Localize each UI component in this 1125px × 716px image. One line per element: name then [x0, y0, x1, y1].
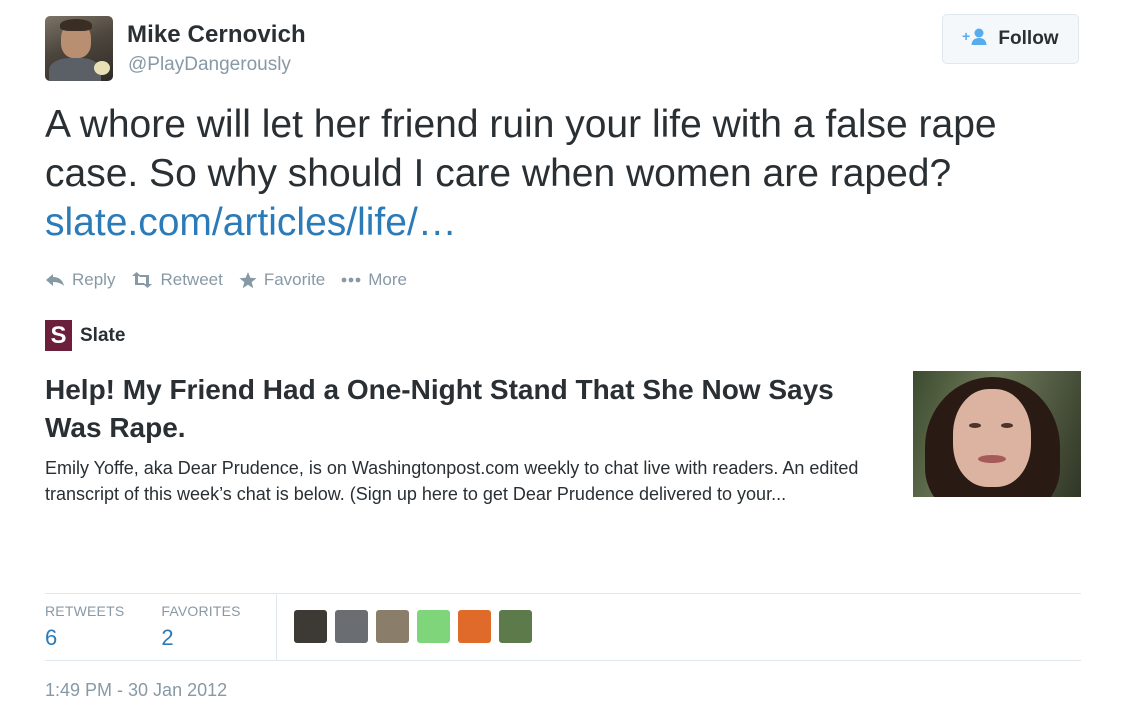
card-title[interactable]: Help! My Friend Had a One-Night Stand Th…	[45, 371, 895, 447]
card-thumbnail[interactable]	[913, 371, 1081, 497]
user-avatar[interactable]	[45, 16, 113, 81]
follow-label: Follow	[998, 28, 1059, 49]
favoriter-avatar[interactable]	[458, 610, 491, 643]
retweets-label: RETWEETS	[45, 603, 125, 619]
favoriter-avatar[interactable]	[376, 610, 409, 643]
add-user-icon: +	[962, 27, 988, 52]
retweet-label: Retweet	[160, 270, 223, 289]
card-source-name: Slate	[80, 324, 126, 346]
retweet-button[interactable]: Retweet	[131, 270, 223, 290]
slate-logo-icon: S	[45, 320, 72, 351]
stats-separator	[276, 594, 277, 660]
favorites-count: 2	[161, 625, 174, 650]
retweet-icon	[131, 272, 153, 288]
reply-label: Reply	[72, 270, 116, 289]
tweet-timestamp[interactable]: 1:49 PM - 30 Jan 2012	[45, 680, 227, 701]
star-icon	[239, 271, 257, 289]
favorites-label: FAVORITES	[161, 603, 241, 619]
retweets-stat[interactable]: RETWEETS 6	[45, 594, 124, 660]
user-handle[interactable]: @PlayDangerously	[128, 54, 291, 76]
favoriter-avatar[interactable]	[294, 610, 327, 643]
favoriter-avatars	[294, 610, 532, 643]
more-label: More	[368, 270, 407, 289]
retweets-count: 6	[45, 625, 58, 650]
svg-text:+: +	[962, 28, 970, 44]
favorites-stat[interactable]: FAVORITES 2	[161, 594, 240, 660]
tweet-stats: RETWEETS 6 FAVORITES 2	[45, 594, 278, 660]
reply-button[interactable]: Reply	[45, 270, 115, 290]
reply-icon	[45, 272, 65, 288]
follow-button[interactable]: + Follow	[942, 14, 1079, 64]
favorite-label: Favorite	[263, 270, 326, 289]
card-source[interactable]: S Slate	[45, 320, 125, 351]
tweet-text: A whore will let her friend ruin your li…	[45, 100, 1095, 247]
favoriter-avatar[interactable]	[335, 610, 368, 643]
favoriter-avatar[interactable]	[417, 610, 450, 643]
tweet-text-line: A whore will let her friend ruin your li…	[45, 103, 997, 146]
more-dots-icon	[341, 277, 361, 283]
favoriter-avatar[interactable]	[499, 610, 532, 643]
user-name[interactable]: Mike Cernovich	[127, 21, 306, 49]
favorite-button[interactable]: Favorite	[239, 270, 325, 290]
tweet-link[interactable]: slate.com/articles/life/…	[45, 201, 457, 244]
card-description: Emily Yoffe, aka Dear Prudence, is on Wa…	[45, 458, 859, 504]
divider	[45, 660, 1081, 661]
tweet-actions: Reply Retweet Favorite More	[45, 270, 407, 290]
tweet-text-line: case. So why should I care when women ar…	[45, 152, 952, 195]
more-button[interactable]: More	[341, 270, 407, 290]
